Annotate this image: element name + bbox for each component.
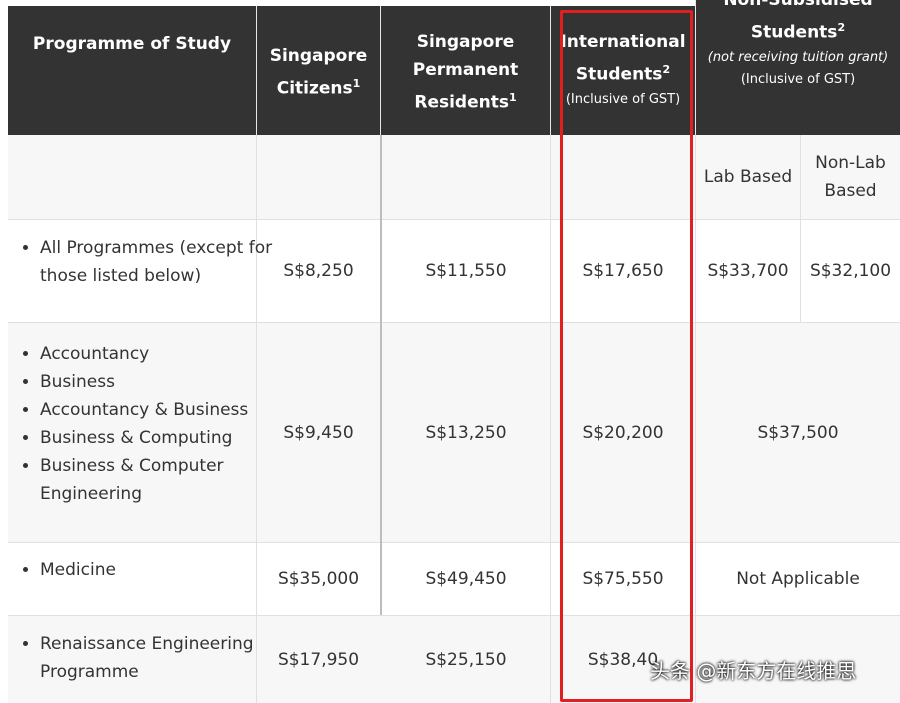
- header-pr-line3: Residents: [414, 92, 509, 113]
- fee-nonsubsidised: S$37,500: [757, 422, 839, 443]
- header-citizens: Singapore Citizens1: [257, 6, 380, 135]
- watermark: 头条 @新东方在线推思: [650, 659, 857, 683]
- fee-pr: S$49,450: [425, 569, 507, 589]
- subheader-lab-based: Lab Based: [703, 167, 793, 187]
- header-programme-label: Programme of Study: [32, 34, 232, 54]
- list-item: Accountancy: [40, 340, 290, 368]
- programme-list: Accountancy Business Accountancy & Busin…: [0, 340, 290, 508]
- fee-nonlab-based: S$32,100: [809, 261, 892, 281]
- highlight-box: [560, 10, 693, 702]
- fee-lab-based: S$33,700: [707, 261, 789, 281]
- header-nonsub-note: (Inclusive of GST): [740, 71, 856, 87]
- header-citizens-sup: 1: [352, 77, 361, 90]
- fee-pr: S$13,250: [425, 422, 507, 443]
- fee-citizens: S$8,250: [283, 261, 354, 281]
- header-pr-line1: Singapore: [416, 32, 515, 52]
- list-item: Business & Computer Engineering: [40, 452, 290, 508]
- fee-pr: S$25,150: [425, 649, 507, 670]
- fee-citizens: S$35,000: [277, 569, 360, 589]
- header-nonsub-line2: Students: [750, 22, 838, 43]
- header-nonsub-note-italic: (not receiving tuition grant): [707, 49, 889, 65]
- subheader-nonlab-line2: Based: [824, 181, 877, 201]
- programme-list: All Programmes (except for those listed …: [0, 234, 290, 290]
- programme-list: Medicine: [0, 556, 290, 584]
- header-nonsubsidised: Non-Subsidised Students2 (not receiving …: [696, 0, 900, 135]
- header-nonsub-sup: 2: [837, 21, 846, 34]
- fee-citizens: S$9,450: [283, 422, 354, 443]
- fee-pr: S$11,550: [425, 261, 507, 281]
- list-item: Renaissance Engineering Programme: [40, 630, 290, 686]
- header-pr: Singapore Permanent Residents1: [381, 6, 550, 135]
- header-nonsub-line1: Non-Subsidised: [723, 0, 873, 10]
- subheader-nonlab-line1: Non-Lab: [815, 153, 886, 173]
- header-citizens-line2: Citizens: [276, 78, 353, 99]
- header-pr-sup: 1: [508, 91, 517, 104]
- list-item: All Programmes (except for those listed …: [40, 234, 290, 290]
- fee-nonsubsidised: Not Applicable: [736, 569, 860, 589]
- header-pr-line2: Permanent: [412, 60, 519, 80]
- fee-citizens: S$17,950: [277, 649, 360, 670]
- header-programme: Programme of Study: [8, 6, 256, 135]
- programme-list: Renaissance Engineering Programme: [0, 630, 290, 686]
- list-item: Accountancy & Business: [40, 396, 290, 424]
- list-item: Business: [40, 368, 290, 396]
- list-item: Medicine: [40, 556, 290, 584]
- list-item: Business & Computing: [40, 424, 290, 452]
- subheader-nonlab-based: Non-Lab Based: [801, 135, 900, 219]
- header-citizens-line1: Singapore: [269, 46, 368, 66]
